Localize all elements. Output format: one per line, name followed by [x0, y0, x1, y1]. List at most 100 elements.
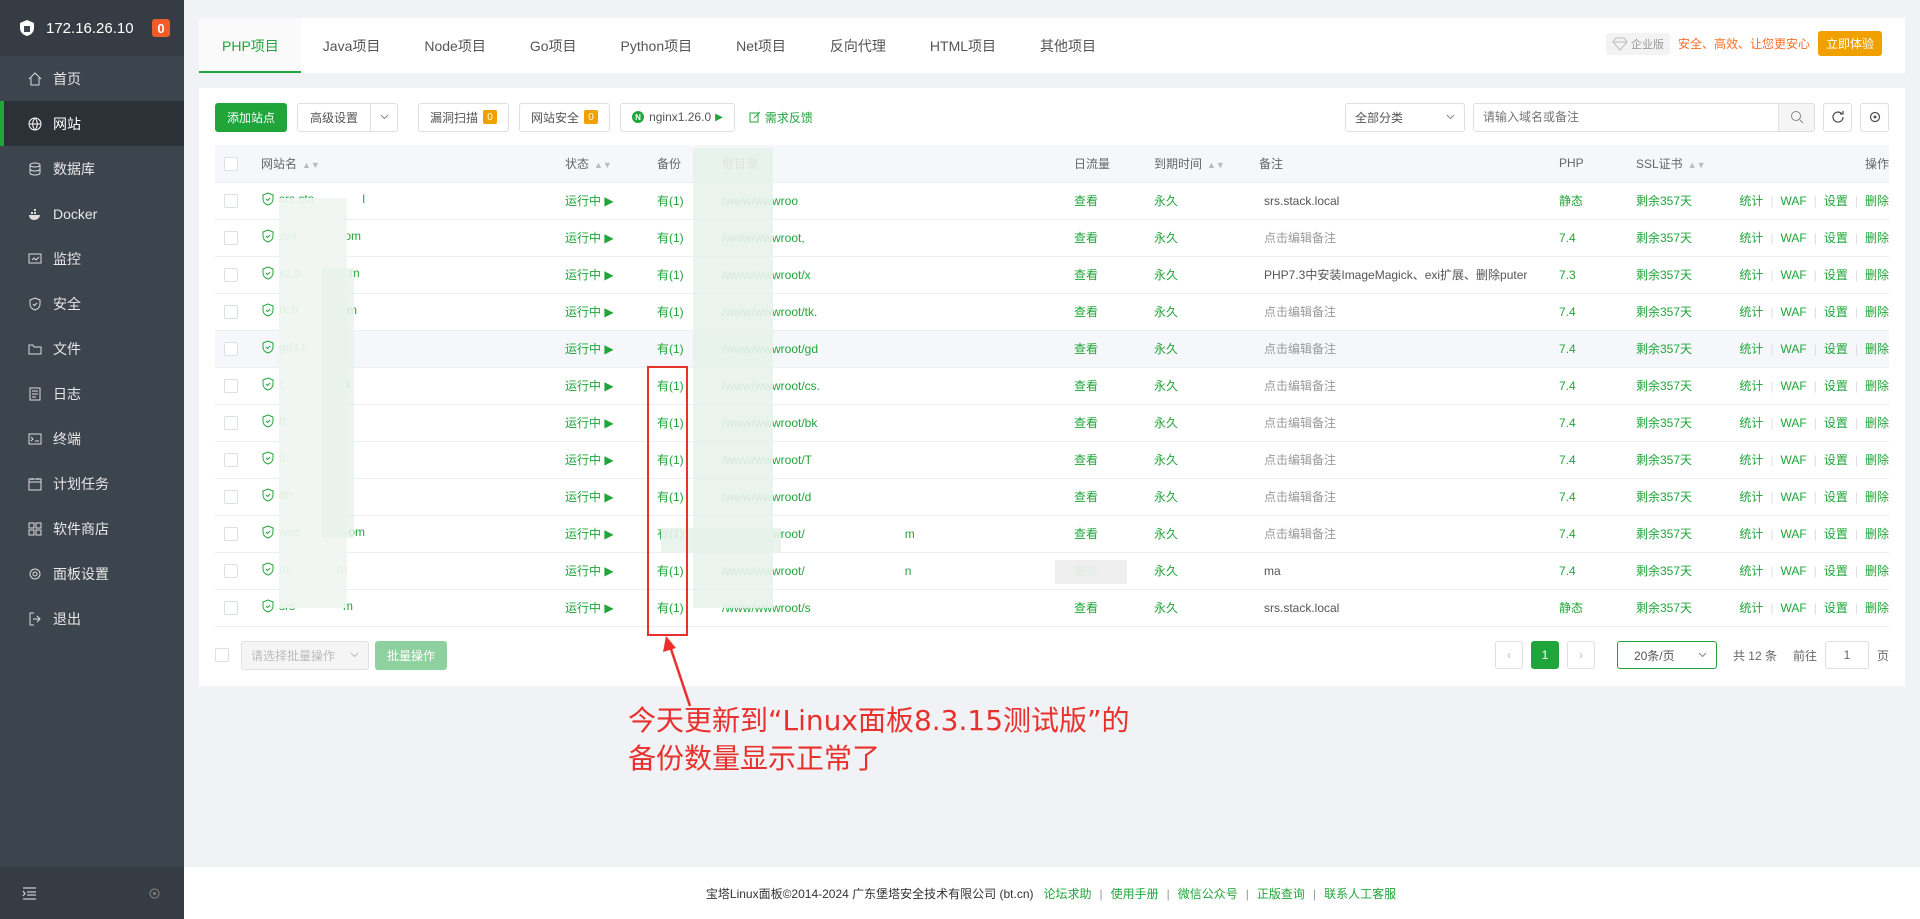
remark-field[interactable]: 点击编辑备注 — [1264, 527, 1336, 541]
notification-badge[interactable]: 0 — [152, 19, 170, 37]
op-2-link[interactable]: 设置 — [1824, 268, 1848, 282]
batch-action-button[interactable]: 批量操作 — [375, 640, 448, 670]
try-now-button[interactable]: 立即体验 — [1817, 31, 1882, 56]
header-name[interactable]: 网站名 ▲▼ — [252, 145, 556, 183]
op-3-link[interactable]: 删除 — [1865, 231, 1889, 245]
traffic-link[interactable]: 查看 — [1074, 490, 1098, 504]
php-version-link[interactable]: 7.4 — [1559, 527, 1576, 541]
remark-field[interactable]: 点击编辑备注 — [1264, 416, 1336, 430]
footer-link-3[interactable]: 正版查询 — [1257, 887, 1305, 901]
traffic-link[interactable]: 查看 — [1074, 453, 1098, 467]
refresh-button[interactable] — [1823, 102, 1852, 132]
expire-link[interactable]: 永久 — [1154, 416, 1178, 430]
site-security-button[interactable]: 网站安全 0 — [519, 102, 611, 132]
tab-5[interactable]: Net项目 — [714, 18, 808, 73]
remark-field[interactable]: PHP7.3中安装ImageMagick、exi扩展、删除puter — [1264, 268, 1527, 282]
op-3-link[interactable]: 删除 — [1865, 305, 1889, 319]
remark-field[interactable]: srs.stack.local — [1264, 601, 1339, 615]
row-checkbox[interactable] — [224, 600, 238, 615]
op-2-link[interactable]: 设置 — [1824, 564, 1848, 578]
batch-select[interactable]: 请选择批量操作 — [241, 640, 369, 670]
table-settings-button[interactable] — [1860, 102, 1889, 132]
gear-icon[interactable] — [147, 886, 162, 901]
op-2-link[interactable]: 设置 — [1824, 453, 1848, 467]
ssl-link[interactable]: 剩余357天 — [1636, 268, 1692, 282]
traffic-link[interactable]: 查看 — [1074, 379, 1098, 393]
op-3-link[interactable]: 删除 — [1865, 379, 1889, 393]
sidebar-item-10[interactable]: 软件商店 — [0, 506, 184, 551]
page-button-current[interactable]: 1 — [1530, 641, 1559, 669]
sidebar-item-2[interactable]: 数据库 — [0, 146, 184, 191]
expire-link[interactable]: 永久 — [1154, 564, 1178, 578]
header-expire[interactable]: 到期时间 ▲▼ — [1145, 145, 1250, 183]
sidebar-item-1[interactable]: 网站 — [0, 101, 184, 146]
sidebar-item-0[interactable]: 首页 — [0, 56, 184, 101]
status-toggle[interactable]: 运行中 ▶ — [565, 601, 614, 615]
op-3-link[interactable]: 删除 — [1865, 490, 1889, 504]
status-toggle[interactable]: 运行中 ▶ — [565, 379, 614, 393]
op-0-link[interactable]: 统计 — [1739, 527, 1763, 541]
op-2-link[interactable]: 设置 — [1824, 527, 1848, 541]
collapse-menu-icon[interactable] — [22, 886, 37, 901]
op-0-link[interactable]: 统计 — [1739, 601, 1763, 615]
row-checkbox[interactable] — [224, 489, 238, 504]
sidebar-item-6[interactable]: 文件 — [0, 326, 184, 371]
footer-link-0[interactable]: 论坛求助 — [1044, 887, 1092, 901]
ssl-link[interactable]: 剩余357天 — [1636, 342, 1692, 356]
expire-link[interactable]: 永久 — [1154, 268, 1178, 282]
tab-1[interactable]: Java项目 — [301, 18, 403, 73]
status-toggle[interactable]: 运行中 ▶ — [565, 268, 614, 282]
op-1-link[interactable]: WAF — [1781, 305, 1807, 319]
php-version-link[interactable]: 7.4 — [1559, 305, 1576, 319]
traffic-link[interactable]: 查看 — [1074, 601, 1098, 615]
traffic-link[interactable]: 查看 — [1074, 231, 1098, 245]
promo-text[interactable]: 安全、高效、让您更安心 — [1678, 35, 1810, 52]
php-version-link[interactable]: 静态 — [1559, 601, 1583, 615]
php-version-link[interactable]: 7.4 — [1559, 416, 1576, 430]
op-1-link[interactable]: WAF — [1781, 342, 1807, 356]
footer-link-2[interactable]: 微信公众号 — [1178, 887, 1238, 901]
search-input[interactable] — [1474, 103, 1778, 131]
ssl-link[interactable]: 剩余357天 — [1636, 416, 1692, 430]
status-toggle[interactable]: 运行中 ▶ — [565, 194, 614, 208]
tab-7[interactable]: HTML项目 — [908, 18, 1018, 73]
tab-8[interactable]: 其他项目 — [1018, 18, 1118, 73]
status-toggle[interactable]: 运行中 ▶ — [565, 416, 614, 430]
op-2-link[interactable]: 设置 — [1824, 231, 1848, 245]
op-1-link[interactable]: WAF — [1781, 268, 1807, 282]
backup-link[interactable]: 有(1) — [657, 342, 684, 356]
backup-link[interactable]: 有(1) — [657, 194, 684, 208]
op-0-link[interactable]: 统计 — [1739, 564, 1763, 578]
remark-field[interactable]: 点击编辑备注 — [1264, 342, 1336, 356]
php-version-link[interactable]: 静态 — [1559, 194, 1583, 208]
status-toggle[interactable]: 运行中 ▶ — [565, 564, 614, 578]
op-2-link[interactable]: 设置 — [1824, 379, 1848, 393]
tab-0[interactable]: PHP项目 — [199, 18, 301, 73]
op-1-link[interactable]: WAF — [1781, 231, 1807, 245]
op-3-link[interactable]: 删除 — [1865, 527, 1889, 541]
row-checkbox[interactable] — [224, 304, 238, 319]
op-1-link[interactable]: WAF — [1781, 379, 1807, 393]
expire-link[interactable]: 永久 — [1154, 601, 1178, 615]
op-0-link[interactable]: 统计 — [1739, 194, 1763, 208]
row-checkbox[interactable] — [224, 193, 238, 208]
batch-select-checkbox[interactable] — [215, 648, 229, 662]
status-toggle[interactable]: 运行中 ▶ — [565, 342, 614, 356]
select-all-checkbox[interactable] — [224, 156, 238, 171]
op-1-link[interactable]: WAF — [1781, 453, 1807, 467]
op-2-link[interactable]: 设置 — [1824, 601, 1848, 615]
sidebar-item-8[interactable]: 终端 — [0, 416, 184, 461]
op-3-link[interactable]: 删除 — [1865, 268, 1889, 282]
status-toggle[interactable]: 运行中 ▶ — [565, 231, 614, 245]
op-3-link[interactable]: 删除 — [1865, 342, 1889, 356]
op-0-link[interactable]: 统计 — [1739, 342, 1763, 356]
expire-link[interactable]: 永久 — [1154, 379, 1178, 393]
op-0-link[interactable]: 统计 — [1739, 490, 1763, 504]
backup-link[interactable]: 有(1) — [657, 305, 684, 319]
remark-field[interactable]: 点击编辑备注 — [1264, 231, 1336, 245]
op-1-link[interactable]: WAF — [1781, 194, 1807, 208]
row-checkbox[interactable] — [224, 563, 238, 578]
tab-3[interactable]: Go项目 — [508, 18, 599, 73]
row-checkbox[interactable] — [224, 267, 238, 282]
sidebar-item-11[interactable]: 面板设置 — [0, 551, 184, 596]
